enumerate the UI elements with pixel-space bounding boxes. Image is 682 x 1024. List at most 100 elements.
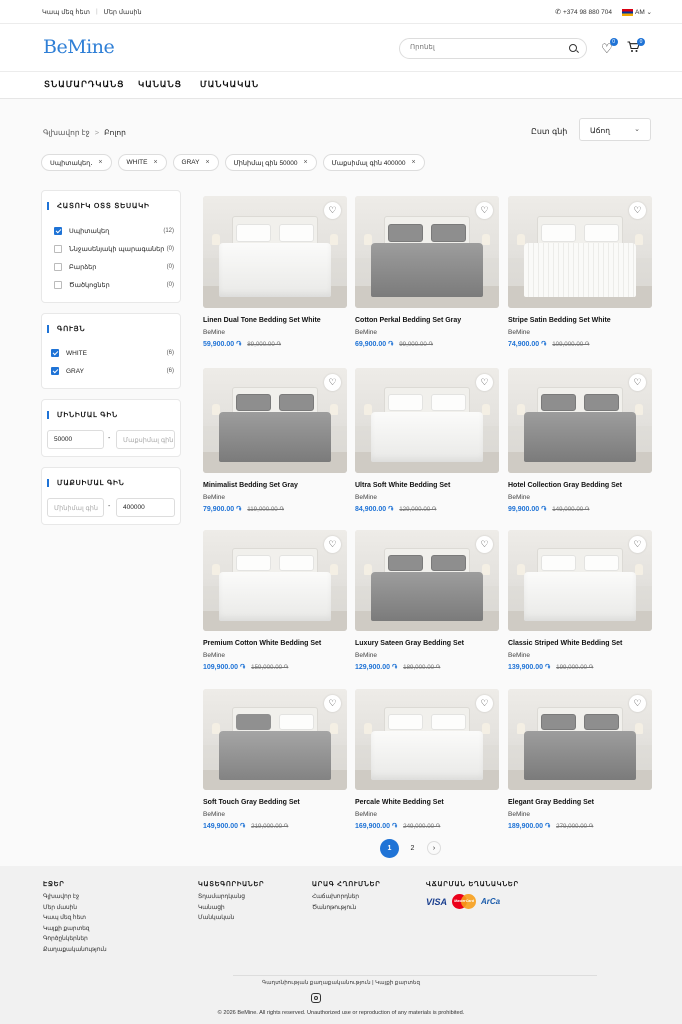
footer-link[interactable]: Կայքի քարտեզ xyxy=(43,926,107,932)
filter-option[interactable]: Ծածկոցներ (0) xyxy=(54,281,174,289)
option-label: Ննջասենյակի պարագաներ xyxy=(69,246,165,253)
breadcrumb-home[interactable]: Գլխավոր էջ xyxy=(43,128,90,137)
filter-chip[interactable]: Մաքսիմալ գին 400000 × xyxy=(322,154,425,171)
product-price: 99,900.00 ֏ 149,000.00 ֏ xyxy=(508,506,589,514)
footer-link[interactable]: Քաղաքականություն xyxy=(43,947,107,953)
nav-item-women[interactable]: ԿԱՆԱՆՑ xyxy=(138,79,182,90)
filter-option[interactable]: Ննջասենյակի պարագաներ (0) xyxy=(54,245,174,253)
filter-option[interactable]: Սպիտակեղ (12) xyxy=(54,227,174,235)
footer-legal-links[interactable]: Գաղտնիության քաղաքականություն | Կայքի քա… xyxy=(0,980,682,986)
sort-select[interactable]: Աճող ⌄ xyxy=(579,118,651,141)
product-name[interactable]: Cotton Perkal Bedding Set Gray xyxy=(355,317,505,324)
product-price: 79,900.00 ֏ 119,000.00 ֏ xyxy=(203,506,284,514)
product-name[interactable]: Classic Striped White Bedding Set xyxy=(508,640,658,647)
product-brand: BeMine xyxy=(355,652,378,659)
heart-icon[interactable]: ♡ xyxy=(324,536,341,553)
heart-icon[interactable]: ♡ xyxy=(629,202,646,219)
heart-icon[interactable]: ♡ xyxy=(476,695,493,712)
option-count: (0) xyxy=(166,282,174,288)
close-icon[interactable]: × xyxy=(206,159,210,166)
nav-item-men[interactable]: ՏՆԱՄԱՐԴԿԱՆՑ xyxy=(44,79,125,90)
filter-chip[interactable]: Սպիտակեղ․ × xyxy=(41,154,112,171)
filter-option[interactable]: GRAY (6) xyxy=(51,367,174,375)
footer-link[interactable]: Հաճախորդներ xyxy=(312,894,381,900)
top-right: ✆ +374 98 880 704 AM ⌄ xyxy=(555,8,652,16)
checkbox[interactable] xyxy=(54,263,62,271)
copyright: © 2026 BeMine. All rights reserved. Unau… xyxy=(217,1010,465,1016)
footer-link[interactable]: Մանկական xyxy=(198,915,264,921)
mastercard-logo: MasterCard xyxy=(452,894,477,909)
heart-icon[interactable]: ♡ xyxy=(324,202,341,219)
footer-link[interactable]: Կապ մեզ հետ xyxy=(43,915,107,921)
product-name[interactable]: Premium Cotton White Bedding Set xyxy=(203,640,353,647)
product-name[interactable]: Elegant Gray Bedding Set xyxy=(508,799,658,806)
product-name[interactable]: Soft Touch Gray Bedding Set xyxy=(203,799,353,806)
footer-link[interactable]: Մեր մասին xyxy=(43,905,107,911)
filter-option[interactable]: Բարձեր (0) xyxy=(54,263,174,271)
product-price: 109,900.00 ֏ 159,000.00 ֏ xyxy=(203,664,288,672)
chip-label: Սպիտակեղ․ xyxy=(50,159,93,167)
filter-chip[interactable]: GRAY × xyxy=(172,154,219,171)
product-name[interactable]: Percale White Bedding Set xyxy=(355,799,505,806)
close-icon[interactable]: × xyxy=(412,159,416,166)
product-name[interactable]: Minimalist Bedding Set Gray xyxy=(203,482,353,489)
range-dash: - xyxy=(108,503,111,510)
wishlist-button[interactable]: ♡ 0 xyxy=(601,38,618,57)
product-brand: BeMine xyxy=(508,329,531,336)
checkbox[interactable] xyxy=(54,281,62,289)
logo[interactable]: BeMine xyxy=(43,36,115,58)
product-name[interactable]: Luxury Sateen Gray Bedding Set xyxy=(355,640,505,647)
filter-chip[interactable]: WHITE × xyxy=(117,154,167,171)
option-label: Սպիտակեղ xyxy=(69,228,110,235)
current-price: 189,900.00 ֏ xyxy=(508,823,551,830)
heart-icon[interactable]: ♡ xyxy=(629,536,646,553)
checkbox[interactable] xyxy=(54,227,62,235)
heart-icon[interactable]: ♡ xyxy=(476,374,493,391)
about-link[interactable]: Մեր մասին xyxy=(104,8,142,16)
footer: ԷՋԵՐ Գլխավոր էջ Մեր մասին Կապ մեզ հետ Կա… xyxy=(0,866,682,1024)
min-price-to-input[interactable]: Մաքսիմալ գին xyxy=(116,430,175,449)
next-page-button[interactable]: › xyxy=(427,841,441,855)
search-icon[interactable] xyxy=(569,44,577,52)
heart-icon[interactable]: ♡ xyxy=(476,202,493,219)
contact-link[interactable]: Կապ մեզ հետ xyxy=(42,8,90,16)
heart-icon[interactable]: ♡ xyxy=(324,374,341,391)
close-icon[interactable]: × xyxy=(153,159,157,166)
max-price-to-input[interactable]: 400000 xyxy=(116,498,175,517)
old-price: 249,000.00 ֏ xyxy=(403,823,441,830)
product-name[interactable]: Hotel Collection Gray Bedding Set xyxy=(508,482,658,489)
footer-link[interactable]: Գործընկերներ xyxy=(43,936,107,942)
instagram-icon[interactable] xyxy=(311,993,321,1003)
footer-link[interactable]: Գլխավոր էջ xyxy=(43,894,107,900)
old-price: 199,000.00 ֏ xyxy=(556,664,594,671)
footer-link[interactable]: Ծանոթություն xyxy=(312,905,381,911)
phone-link[interactable]: ✆ +374 98 880 704 xyxy=(555,8,612,16)
min-price-from-input[interactable]: 50000 xyxy=(47,430,104,449)
heart-icon[interactable]: ♡ xyxy=(476,536,493,553)
search-input[interactable] xyxy=(410,44,560,51)
page-2-button[interactable]: 2 xyxy=(403,839,422,858)
heart-icon[interactable]: ♡ xyxy=(629,374,646,391)
product-name[interactable]: Linen Dual Tone Bedding Set White xyxy=(203,317,353,324)
heart-icon[interactable]: ♡ xyxy=(629,695,646,712)
option-label: Ծածկոցներ xyxy=(69,282,110,289)
max-price-from-input[interactable]: Մինիմալ գին xyxy=(47,498,104,517)
checkbox[interactable] xyxy=(51,367,59,375)
heart-icon[interactable]: ♡ xyxy=(324,695,341,712)
checkbox[interactable] xyxy=(51,349,59,357)
footer-link[interactable]: Տղամարդկանց xyxy=(198,894,264,900)
nav-item-kids[interactable]: ՄԱՆԿԱԿԱՆ xyxy=(200,79,259,90)
page-1-button[interactable]: 1 xyxy=(380,839,399,858)
footer-link[interactable]: Կանացի xyxy=(198,905,264,911)
close-icon[interactable]: × xyxy=(98,159,102,166)
language-selector[interactable]: AM ⌄ xyxy=(621,8,652,16)
product-brand: BeMine xyxy=(355,329,378,336)
cart-count-badge: 0 xyxy=(637,38,645,46)
filter-chip[interactable]: Մինիմալ գին 50000 × xyxy=(224,154,317,171)
checkbox[interactable] xyxy=(54,245,62,253)
product-name[interactable]: Stripe Satin Bedding Set White xyxy=(508,317,658,324)
close-icon[interactable]: × xyxy=(304,159,308,166)
filter-option[interactable]: WHITE (6) xyxy=(51,349,174,357)
product-name[interactable]: Ultra Soft White Bedding Set xyxy=(355,482,505,489)
cart-button[interactable]: 0 xyxy=(627,38,645,56)
